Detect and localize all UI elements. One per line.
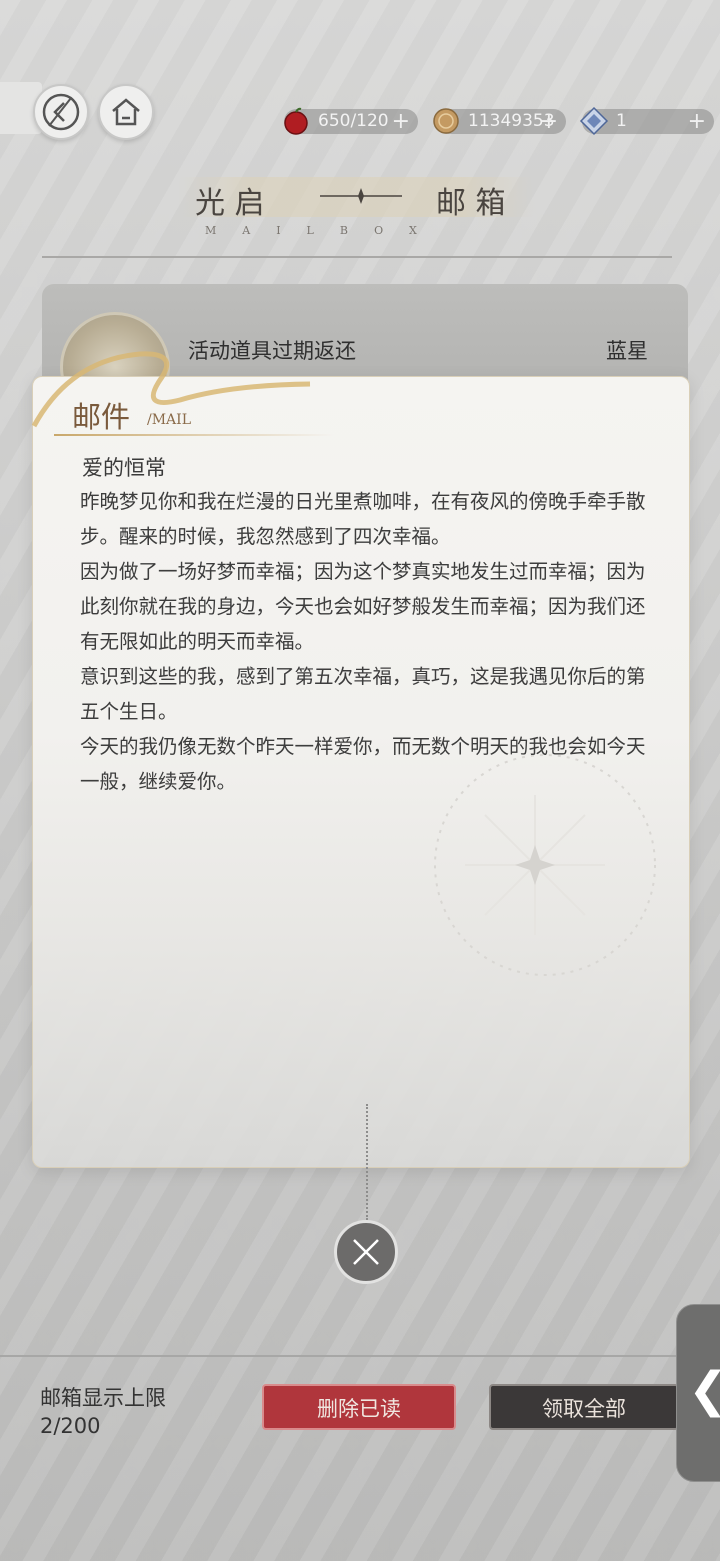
home-button[interactable] (98, 84, 154, 140)
title-subtitle: MAILBOX (205, 224, 443, 237)
close-icon (353, 1239, 379, 1265)
letter-label-en: /MAIL (147, 412, 191, 428)
side-arrow-icon[interactable]: ❮ (688, 1360, 720, 1420)
letter-body: 昨晚梦见你和我在烂漫的日光里煮咖啡，在有夜风的傍晚手牵手散步。醒来的时候，我忽然… (80, 490, 646, 793)
home-icon (112, 98, 140, 126)
coin-icon (433, 108, 459, 134)
resource-coins[interactable]: 11349353 + (433, 108, 566, 134)
title-right: 邮 箱 (436, 186, 506, 221)
stamina-plus-icon[interactable]: + (392, 109, 410, 134)
coins-plus-icon[interactable]: + (540, 109, 558, 134)
crystal-plus-icon[interactable]: + (688, 109, 706, 134)
resource-crystal[interactable]: 1 + (579, 106, 714, 136)
star-crystal-icon (579, 106, 609, 136)
back-button[interactable] (33, 84, 89, 140)
close-button[interactable] (334, 1220, 398, 1284)
crystal-value: 1 (616, 111, 627, 131)
title-divider-icon (320, 188, 402, 204)
mailbox-limit-label: 邮箱显示上限 (40, 1386, 166, 1410)
stamina-value: 650/120 (318, 111, 389, 131)
bottom-divider (0, 1355, 720, 1357)
resource-stamina[interactable]: 650/120 + (284, 107, 418, 135)
apple-icon (284, 107, 308, 135)
delete-read-button[interactable]: 删除已读 (262, 1384, 456, 1430)
mailbox-limit-count: 2/200 (40, 1414, 101, 1438)
letter-label: 邮件 (72, 400, 131, 434)
letter-title: 爱的恒常 (82, 456, 166, 480)
title-divider (42, 256, 672, 258)
mail-item-sender: 蓝星 (606, 339, 648, 363)
letter-label-line (54, 434, 334, 436)
back-arrow-icon (42, 93, 80, 131)
title-left: 光 启 (195, 186, 265, 221)
close-connector (366, 1104, 368, 1220)
claim-all-button[interactable]: 领取全部 (489, 1384, 679, 1430)
